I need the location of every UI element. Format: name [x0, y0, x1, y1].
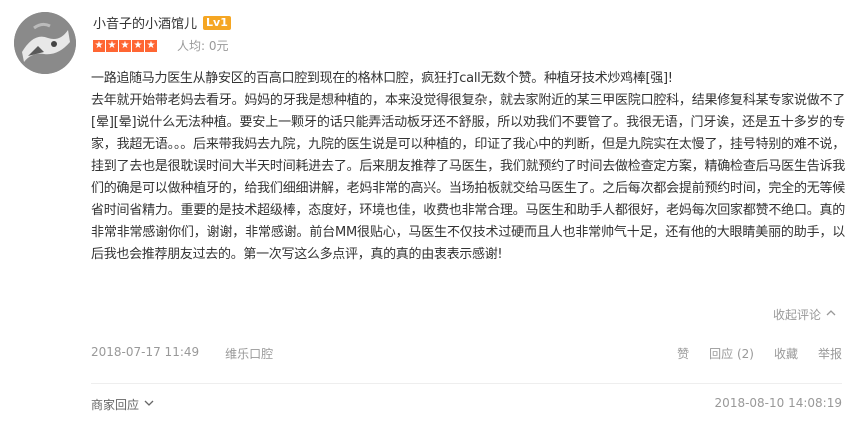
avatar[interactable]	[14, 12, 76, 74]
collapse-review-button[interactable]: 收起评论	[773, 306, 836, 323]
avatar-image	[14, 12, 76, 74]
chevron-up-icon	[826, 309, 836, 320]
divider	[91, 383, 842, 384]
star-icon: ★	[132, 39, 144, 52]
star-icon: ★	[106, 39, 118, 52]
level-badge: Lv1	[203, 15, 231, 30]
star-icon: ★	[93, 39, 105, 52]
collapse-label: 收起评论	[772, 308, 821, 322]
review-date: 2018-07-17 11:49	[91, 345, 200, 359]
reply-button[interactable]: 回应 (2)	[709, 345, 754, 362]
merchant-reply-label: 商家回应	[91, 398, 140, 412]
review-paragraph: 一路追随马力医生从静安区的百高口腔到现在的格林口腔，疯狂打call无数个赞。种植…	[91, 71, 673, 86]
review-text: 一路追随马力医生从静安区的百高口腔到现在的格林口腔，疯狂打call无数个赞。种植…	[91, 68, 845, 266]
star-icon: ★	[119, 39, 131, 52]
like-button[interactable]: 赞	[677, 345, 689, 362]
merchant-reply-toggle[interactable]: 商家回应	[91, 396, 154, 413]
star-rating: ★ ★ ★ ★ ★	[93, 39, 157, 52]
username[interactable]: 小音子的小酒馆儿	[93, 13, 197, 32]
review-paragraph: 去年就开始带老妈去看牙。妈妈的牙我是想种植的，本来没觉得很复杂，就去家附近的某三…	[91, 93, 845, 262]
report-button[interactable]: 举报	[818, 345, 842, 362]
user-row: 小音子的小酒馆儿 Lv1	[93, 13, 231, 32]
review-meta: 2018-07-17 11:49 维乐口腔	[91, 345, 273, 362]
star-icon: ★	[145, 39, 157, 52]
review-actions: 赞 回应 (2) 收藏 举报	[677, 345, 842, 362]
rating-row: ★ ★ ★ ★ ★ 人均: 0元	[93, 37, 229, 54]
shop-name[interactable]: 维乐口腔	[225, 345, 273, 362]
merchant-reply-time: 2018-08-10 14:08:19	[714, 396, 842, 410]
chevron-down-icon	[144, 399, 154, 410]
favorite-button[interactable]: 收藏	[774, 345, 798, 362]
average-price: 人均: 0元	[177, 39, 229, 53]
